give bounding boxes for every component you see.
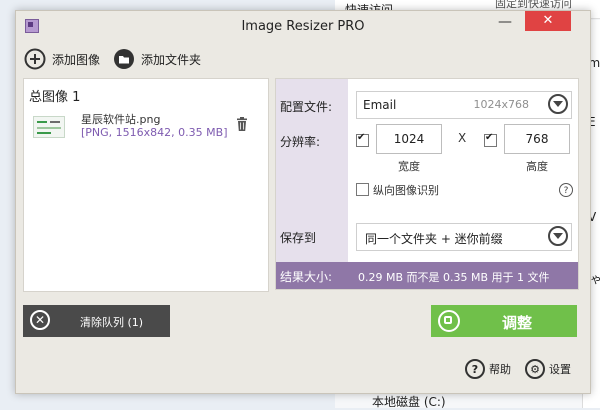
file-meta: [PNG, 1516x842, 0.35 MB]	[81, 126, 228, 139]
save-to-select[interactable]: 同一个文件夹 + 迷你前缀	[356, 223, 572, 251]
settings-panel: 配置文件: 分辨率: 保存到 Email 1024x768 1024 X 768…	[275, 78, 579, 290]
resolution-label: 分辨率:	[280, 135, 321, 149]
settings-label: 设置	[549, 363, 571, 376]
add-images-label: 添加图像	[52, 52, 101, 67]
chevron-down-icon[interactable]	[548, 94, 568, 114]
portrait-detection-checkbox[interactable]	[356, 183, 369, 196]
result-size-bar: 结果大小: 0.29 MB 而不是 0.35 MB 用于 1 文件	[276, 262, 578, 289]
profile-size: 1024x768	[473, 98, 530, 111]
add-images-button[interactable]: 添加图像	[24, 47, 100, 71]
height-label: 高度	[526, 160, 548, 173]
total-images-label: 总图像 1	[29, 90, 81, 105]
height-input[interactable]: 768	[504, 124, 570, 154]
clear-queue-label: 清除队列 (1)	[80, 316, 144, 329]
folder-icon	[114, 49, 134, 69]
height-checkbox[interactable]	[484, 132, 497, 147]
size-separator: X	[458, 131, 467, 145]
trash-icon[interactable]	[236, 117, 248, 131]
question-icon: ?	[465, 359, 485, 379]
save-to-label: 保存到	[280, 231, 317, 245]
close-button[interactable]: ✕	[525, 11, 571, 31]
help-icon[interactable]: ?	[559, 183, 573, 197]
adjust-label: 调整	[502, 314, 533, 332]
file-name: 星辰软件站.png	[81, 113, 161, 126]
clear-queue-button[interactable]: ✕ 清除队列 (1)	[23, 305, 170, 337]
title-bar[interactable]: Image Resizer PRO — ✕	[16, 11, 590, 41]
result-size-text: 0.29 MB 而不是 0.35 MB 用于 1 文件	[358, 271, 550, 284]
resize-icon	[438, 310, 460, 332]
minimize-button[interactable]: —	[492, 15, 518, 33]
plus-circle-icon	[24, 48, 46, 70]
width-checkbox[interactable]	[356, 132, 369, 147]
image-queue-panel[interactable]: 总图像 1 星辰软件站.png [PNG, 1516x842, 0.35 MB]	[23, 78, 269, 292]
help-button[interactable]: ? 帮助	[465, 358, 511, 380]
profile-label: 配置文件:	[280, 100, 333, 114]
close-circle-icon: ✕	[30, 310, 50, 330]
bg-local-disk[interactable]: 本地磁盘 (C:)	[372, 393, 446, 410]
chevron-down-icon[interactable]	[548, 226, 568, 246]
add-folder-button[interactable]: 添加文件夹	[113, 47, 201, 71]
list-item[interactable]: 星辰软件站.png [PNG, 1516x842, 0.35 MB]	[24, 109, 268, 149]
portrait-detection-label[interactable]: 纵向图像识别	[373, 182, 439, 198]
save-to-option: 同一个文件夹 + 迷你前缀	[365, 232, 503, 246]
result-size-label: 结果大小:	[280, 270, 333, 284]
adjust-button[interactable]: 调整	[431, 305, 577, 337]
image-resizer-window: Image Resizer PRO — ✕ 添加图像 添加文件夹 总图像 1 星	[15, 10, 591, 394]
settings-button[interactable]: ⚙ 设置	[525, 358, 571, 380]
help-label: 帮助	[489, 363, 511, 376]
bg-fragment-jp: ゃ	[590, 272, 600, 286]
profile-select[interactable]: Email 1024x768	[356, 91, 572, 119]
profile-name: Email	[363, 98, 397, 112]
width-label: 宽度	[398, 160, 420, 173]
image-thumbnail	[33, 116, 65, 138]
add-folder-label: 添加文件夹	[141, 52, 202, 67]
width-input[interactable]: 1024	[376, 124, 442, 154]
gear-icon: ⚙	[525, 359, 545, 379]
